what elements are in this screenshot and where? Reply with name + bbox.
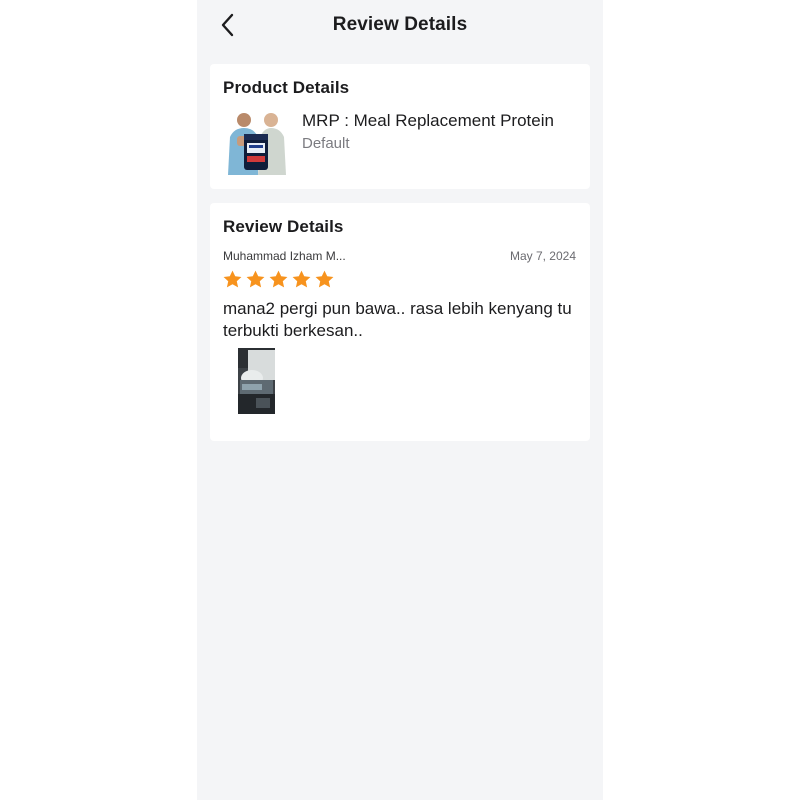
review-photo[interactable]	[238, 348, 275, 414]
product-name[interactable]: MRP : Meal Replacement Protein	[302, 111, 554, 131]
review-details-screen: Review Details Product Details MRP: Mea…	[197, 0, 603, 800]
star-icon	[292, 270, 311, 288]
review-date: May 7, 2024	[509, 249, 576, 263]
page-title: Review Details	[332, 14, 468, 35]
review-text: mana2 pergi pun bawa.. rasa lebih kenyan…	[223, 299, 572, 340]
product-variant: Default	[302, 135, 350, 152]
star-rating	[222, 269, 335, 290]
star-icon	[269, 270, 288, 288]
review-details-card: Review Details Muhammad Izham M... May 7…	[210, 203, 590, 441]
star-icon	[223, 270, 242, 288]
reviewer-name: Muhammad Izham M...	[223, 249, 346, 263]
review-details-heading: Review Details	[223, 217, 344, 236]
star-icon	[315, 270, 334, 288]
product-details-card: Product Details MRP : Meal Replacement P…	[210, 64, 590, 189]
product-details-heading: Product Details	[223, 78, 350, 97]
product-thumbnail[interactable]	[224, 109, 290, 175]
star-icon	[246, 270, 265, 288]
header: Review Details	[197, 0, 603, 50]
